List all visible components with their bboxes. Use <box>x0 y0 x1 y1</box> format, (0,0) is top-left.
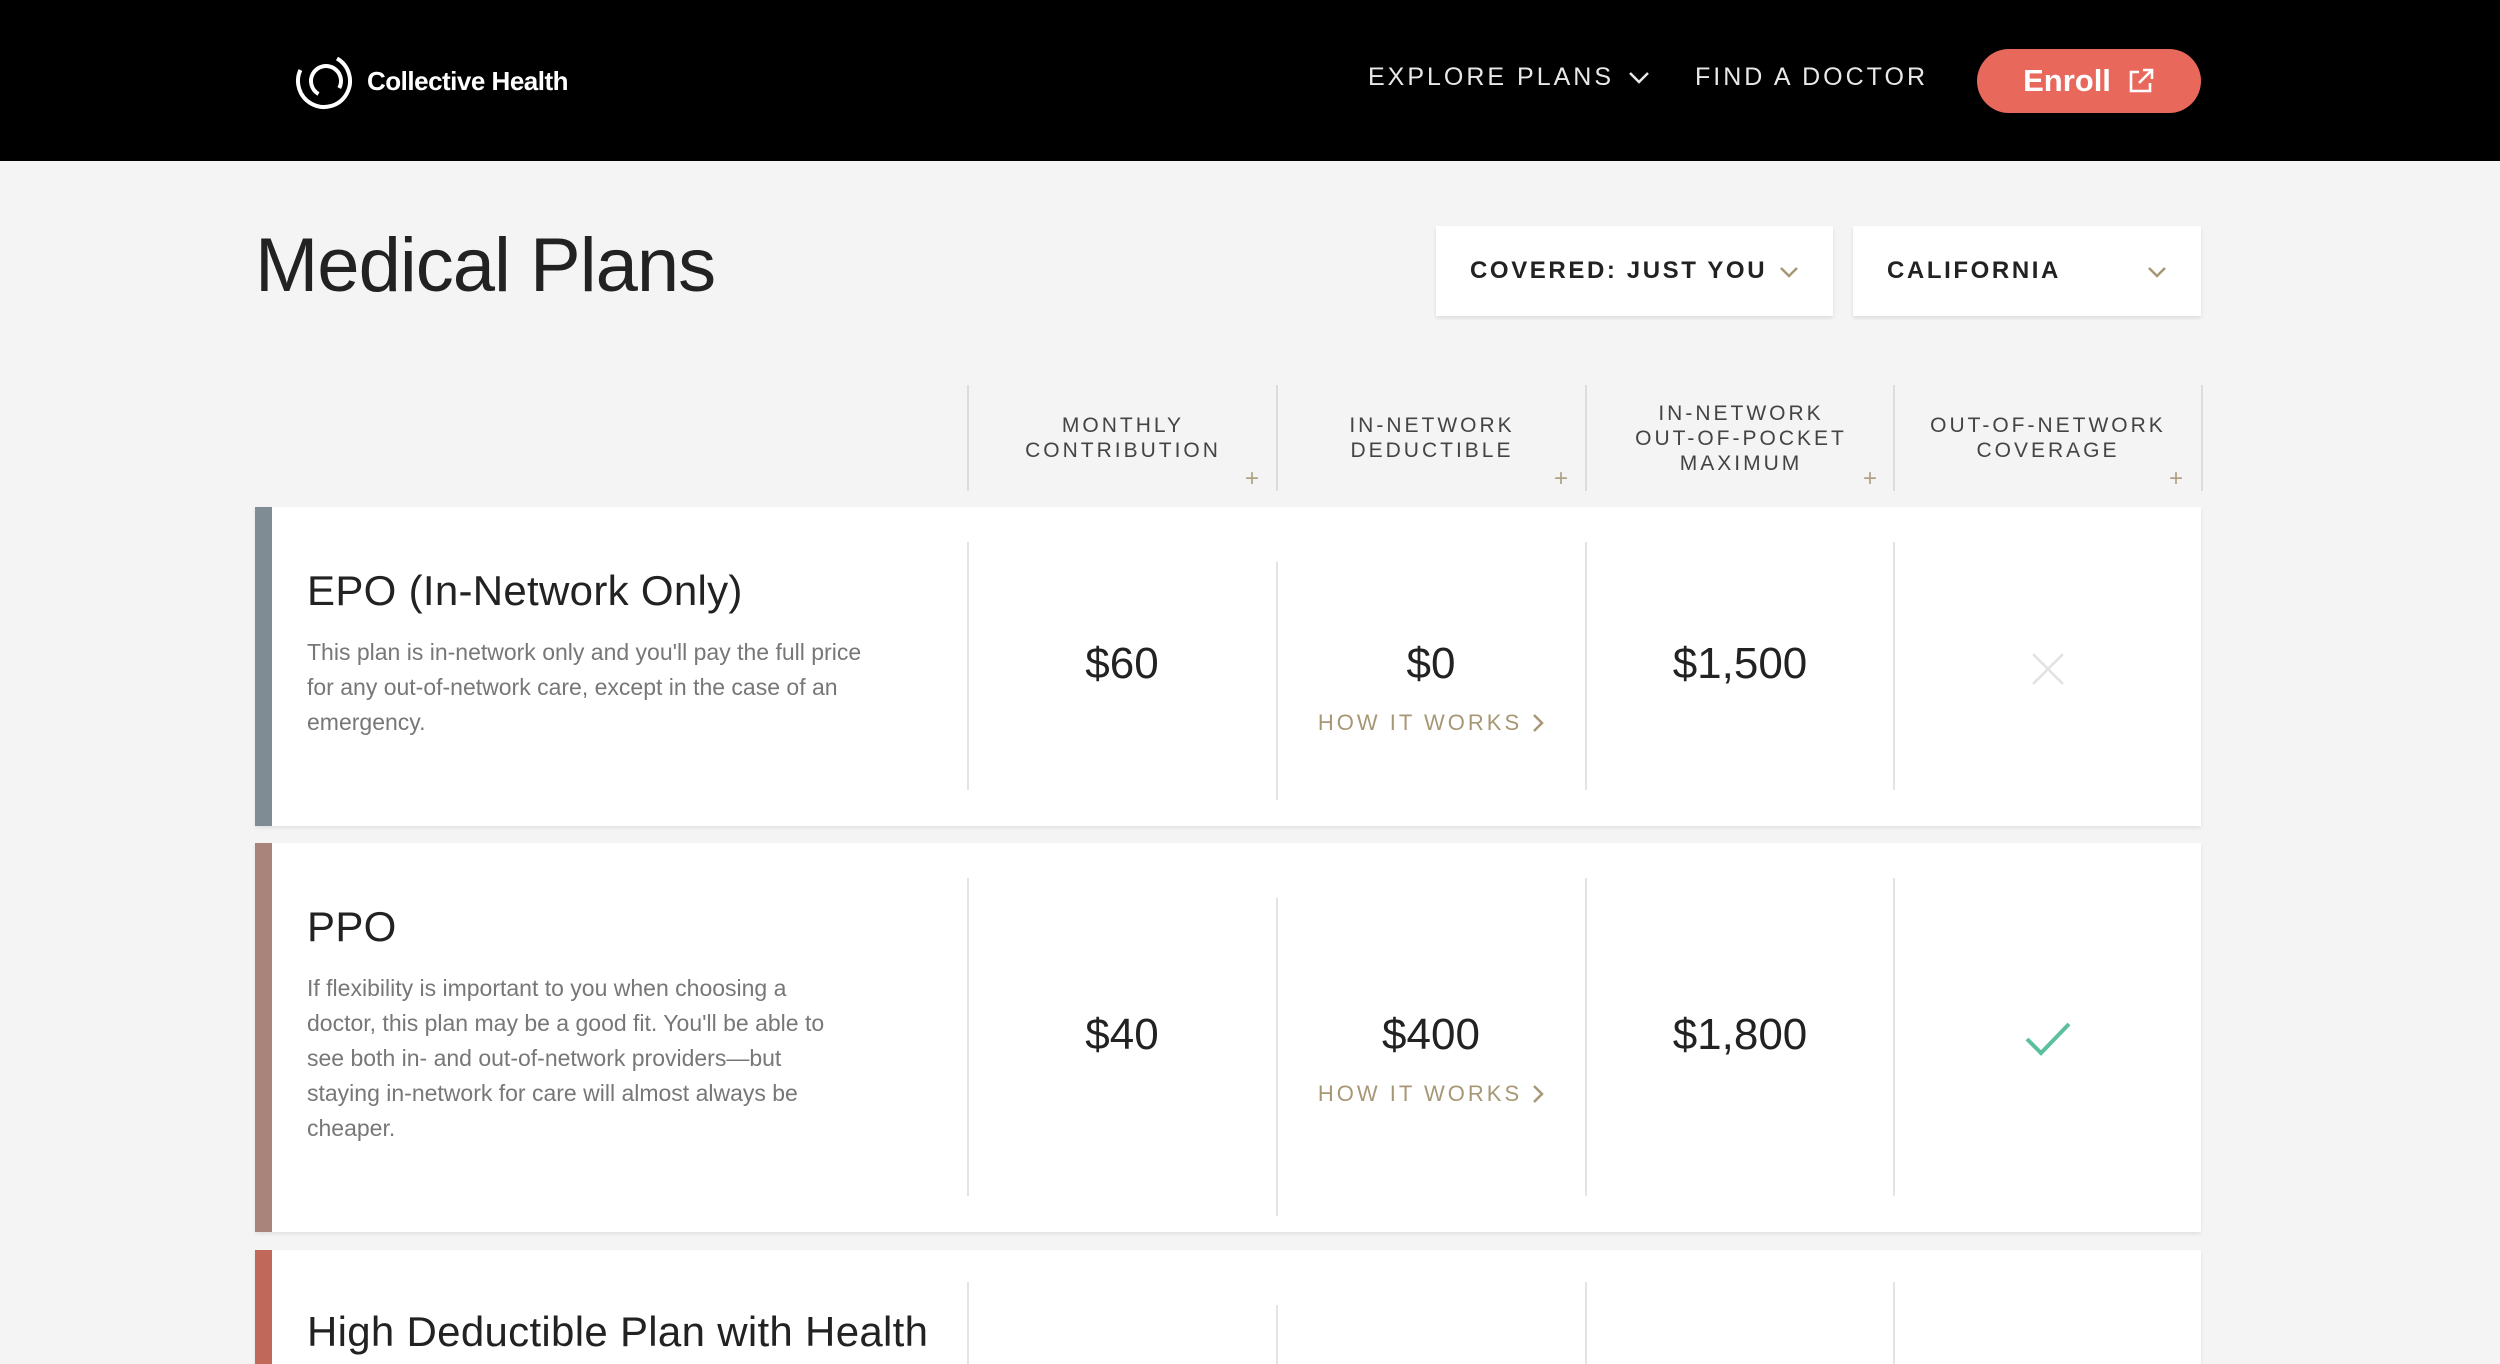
explore-plans-label: EXPLORE PLANS <box>1368 63 1615 91</box>
column-header-monthly[interactable]: MONTHLY CONTRIBUTION + <box>967 385 1277 491</box>
how-it-works-label: HOW IT WORKS <box>1317 710 1523 735</box>
coverage-select[interactable]: COVERED: JUST YOU <box>1436 226 1833 316</box>
plan-name: PPO <box>307 903 397 950</box>
monthly-contribution-value: $40 <box>1085 1010 1159 1059</box>
chevron-down-icon <box>1629 71 1649 84</box>
column-header-line: OUT-OF-POCKET <box>1635 426 1847 450</box>
expand-plus-icon[interactable]: + <box>1863 467 1877 491</box>
how-it-works-label: HOW IT WORKS <box>1317 1081 1523 1106</box>
plan-card-ppo[interactable]: PPO If flexibility is important to you w… <box>255 843 2201 1232</box>
enroll-label: Enroll <box>2023 63 2111 98</box>
column-header-text: MONTHLY CONTRIBUTION <box>1025 413 1221 463</box>
plan-description: If flexibility is important to you when … <box>307 975 825 1141</box>
column-header-line: MONTHLY <box>1061 414 1185 437</box>
column-header-deductible[interactable]: IN-NETWORK DEDUCTIBLE + <box>1276 385 1586 491</box>
brand-logo[interactable]: Collective Health <box>295 52 569 110</box>
plan-card-hdhp[interactable]: High Deductible Plan with Health <box>255 1250 2201 1364</box>
how-it-works-link[interactable]: HOW IT WORKS <box>1276 1081 1586 1107</box>
state-select[interactable]: CALIFORNIA <box>1853 226 2201 316</box>
plan-card-epo[interactable]: EPO (In-Network Only) This plan is in-ne… <box>255 507 2201 826</box>
column-header-line: COVERAGE <box>1976 439 2120 462</box>
cell-divider <box>1893 1282 1895 1364</box>
column-header-text: IN-NETWORK DEDUCTIBLE <box>1349 413 1514 463</box>
brand-name: Collective Health <box>367 65 569 96</box>
deductible-value: $400 <box>1382 1010 1480 1059</box>
expand-plus-icon[interactable]: + <box>1554 467 1568 491</box>
oop-max-value: $1,800 <box>1672 1010 1808 1059</box>
state-select-value: CALIFORNIA <box>1887 257 2061 284</box>
find-doctor-label: FIND A DOCTOR <box>1695 63 1929 91</box>
column-header-oop-max[interactable]: IN-NETWORK OUT-OF-POCKET MAXIMUM + <box>1585 385 1895 491</box>
plan-color-stripe <box>255 843 272 1232</box>
chevron-down-icon <box>2148 267 2166 278</box>
column-header-line: IN-NETWORK <box>1349 414 1515 437</box>
deductible-value: $0 <box>1406 639 1456 688</box>
cell-divider <box>1585 1282 1587 1364</box>
how-it-works-link[interactable]: HOW IT WORKS <box>1276 710 1586 736</box>
plan-description: This plan is in-network only and you'll … <box>307 639 862 735</box>
plan-color-stripe <box>255 1250 272 1364</box>
monthly-contribution-value: $60 <box>1085 639 1159 688</box>
plan-name: EPO (In-Network Only) <box>307 567 743 614</box>
column-header-line: IN-NETWORK <box>1658 401 1824 425</box>
column-header-line: CONTRIBUTION <box>1025 439 1221 462</box>
logo-mark-icon <box>296 53 352 109</box>
column-header-line: DEDUCTIBLE <box>1350 439 1514 462</box>
column-header-line: OUT-OF-NETWORK <box>1930 414 2166 437</box>
expand-plus-icon[interactable]: + <box>2169 467 2183 491</box>
top-nav: Collective Health EXPLORE PLANS FIND A D… <box>0 0 2500 161</box>
chevron-right-icon <box>1533 1085 1544 1103</box>
column-header-text: OUT-OF-NETWORK COVERAGE <box>1930 413 2166 463</box>
column-header-text: IN-NETWORK OUT-OF-POCKET MAXIMUM <box>1635 401 1847 476</box>
coverage-select-value: COVERED: JUST YOU <box>1470 257 1768 284</box>
not-covered-x-icon <box>2032 653 2064 685</box>
cell-divider <box>1276 1305 1278 1364</box>
column-header-out-of-network[interactable]: OUT-OF-NETWORK COVERAGE + <box>1893 385 2203 491</box>
page-title: Medical Plans <box>255 223 716 308</box>
expand-plus-icon[interactable]: + <box>1245 467 1259 491</box>
external-link-icon <box>2129 68 2154 93</box>
find-doctor-link[interactable]: FIND A DOCTOR <box>1695 63 1928 92</box>
covered-check-icon <box>2025 1022 2071 1056</box>
plan-color-stripe <box>255 507 272 826</box>
oop-max-value: $1,500 <box>1672 639 1808 688</box>
plan-name: High Deductible Plan with Health <box>307 1308 929 1355</box>
explore-plans-menu[interactable]: EXPLORE PLANS <box>1368 63 1650 92</box>
chevron-right-icon <box>1533 714 1544 732</box>
column-header-line: MAXIMUM <box>1679 451 1803 475</box>
chevron-down-icon <box>1780 267 1798 278</box>
cell-divider <box>967 1282 969 1364</box>
enroll-button[interactable]: Enroll <box>1977 49 2201 113</box>
